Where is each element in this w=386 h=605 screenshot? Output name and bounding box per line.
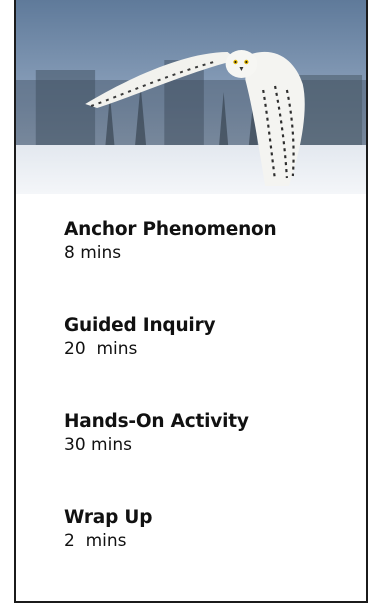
agenda-item-duration: 30 mins	[64, 435, 132, 455]
lesson-card: Anchor Phenomenon 8 mins Guided Inquiry …	[14, 0, 368, 603]
agenda-item-wrap-up: Wrap Up 2 mins	[64, 506, 354, 601]
agenda-item-title: Guided Inquiry	[64, 315, 216, 336]
agenda-item-title: Wrap Up	[64, 507, 153, 528]
agenda-list: Anchor Phenomenon 8 mins Guided Inquiry …	[64, 218, 354, 601]
snowy-owl-image	[16, 0, 366, 194]
agenda-item-title: Anchor Phenomenon	[64, 219, 277, 240]
hero-image	[16, 0, 366, 194]
agenda-item-duration: 20 mins	[64, 339, 138, 359]
agenda-item-title: Hands-On Activity	[64, 411, 249, 432]
agenda-item-hands-on-activity: Hands-On Activity 30 mins	[64, 410, 354, 506]
agenda-item-anchor-phenomenon: Anchor Phenomenon 8 mins	[64, 218, 354, 314]
agenda-item-duration: 2 mins	[64, 531, 127, 551]
agenda-item-duration: 8 mins	[64, 243, 122, 263]
agenda-item-guided-inquiry: Guided Inquiry 20 mins	[64, 314, 354, 410]
